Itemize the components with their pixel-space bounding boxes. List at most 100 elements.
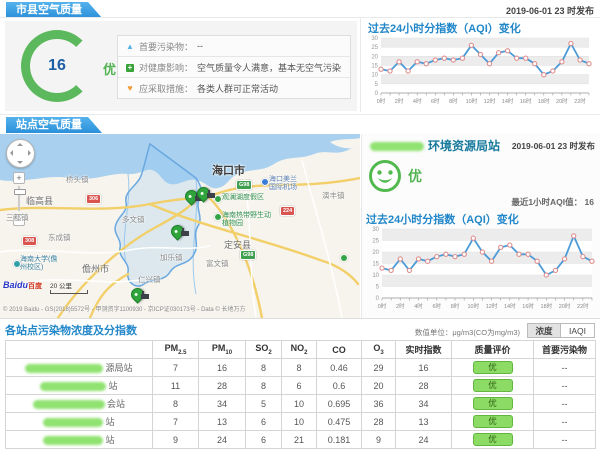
primary-pollutant-cell: -- [534,431,596,449]
value-cell: 28 [199,377,246,395]
table-row: 站7136100.4752813优-- [6,413,596,431]
divider [0,114,600,115]
value-cell: 34 [396,395,452,413]
zoom-slider-handle[interactable] [14,189,26,195]
svg-text:18时: 18时 [538,97,550,105]
factory-icon [141,294,149,299]
zoom-in-button[interactable]: + [13,172,25,184]
value-cell: 5 [246,395,282,413]
map-pan-control[interactable] [6,139,35,168]
svg-text:14时: 14时 [504,302,516,310]
map-label: 海口美兰国际机场 [269,176,301,192]
station-map[interactable]: + − Baidu百度 20 公里 © 2019 Baidu - GS(2018… [0,134,360,318]
value-cell: 8 [153,395,199,413]
station-pollutant-table: PM2.5PM10SO2NO2COO3实时指数质量评价首要污染物 源局站7168… [5,340,596,449]
grade-cell: 优 [452,359,534,377]
map-label: 海南大学(儋州校区) [20,256,60,272]
map-label: 多文镇 [122,214,145,225]
svg-text:10时: 10时 [467,302,479,310]
tab-city-air-quality[interactable]: 市县空气质量 [6,2,102,18]
redacted-station-prefix [40,382,106,391]
pan-down-icon[interactable] [17,161,23,164]
unit-note: 数值单位：μg/m3(CO为mg/m3) [415,327,520,338]
station-name-suffix: 源局站 [105,363,132,373]
svg-text:30: 30 [371,36,378,42]
column-header: 实时指数 [396,341,452,359]
map-scale-bar [50,290,88,294]
station-name-suffix: 站 [105,417,114,427]
map-label: 仁兴镇 [138,274,161,285]
value-cell: 8 [246,377,282,395]
info-value: 空气质量令人满意，基本无空气污染 [197,61,341,74]
map-poi-icon [13,260,21,268]
map-poi-icon [214,195,222,203]
value-cell: 9 [362,431,396,449]
map-label: 临高县 [26,194,53,207]
svg-text:16时: 16时 [522,302,534,310]
svg-text:15: 15 [372,262,379,268]
column-header: O3 [362,341,396,359]
svg-text:22时: 22时 [577,302,589,310]
grade-badge: 优 [473,397,513,410]
svg-text:0时: 0时 [378,302,387,310]
value-cell: 16 [396,359,452,377]
value-cell: 0.695 [317,395,362,413]
svg-text:6时: 6时 [431,97,440,105]
value-cell: 7 [153,359,199,377]
road-shield: 306 [86,194,101,204]
info-label: 对健康影响： [139,61,193,74]
svg-text:5: 5 [376,285,380,291]
value-cell: 8 [246,359,282,377]
toggle-iaqi[interactable]: IAQI [561,323,595,338]
svg-text:0: 0 [376,296,380,302]
redacted-station-prefix [370,142,424,151]
station-name-cell: 站 [6,431,153,449]
value-cell: 0.475 [317,413,362,431]
value-cell: 28 [396,377,452,395]
value-cell: 13 [396,413,452,431]
station-grade: 优 [408,166,422,186]
value-cell: 10 [282,413,317,431]
divider [0,17,600,18]
svg-text:4时: 4时 [413,97,422,105]
table-row: 会站8345100.6953634优-- [6,395,596,413]
svg-text:0: 0 [375,91,379,97]
station-name-suffix: 会站 [107,399,125,409]
tab-station-air-quality[interactable]: 站点空气质量 [6,117,102,133]
column-header [6,341,153,359]
road-shield: G98 [240,250,256,260]
map-label: 三都镇 [6,212,29,223]
svg-text:14时: 14时 [502,97,514,105]
value-cell: 8 [282,359,317,377]
divider [0,318,600,319]
pan-up-icon[interactable] [17,143,23,146]
station-name-cell: 源局站 [6,359,153,377]
grade-badge: 优 [473,361,513,374]
aqi-gauge: 16 [21,30,93,102]
factory-icon [207,193,215,198]
aqi-info-box: ▲ 首要污染物： -- + 对健康影响： 空气质量令人满意，基本无空气污染 ♥ … [117,35,351,99]
svg-text:30: 30 [372,227,379,233]
heart-icon: ♥ [124,83,136,93]
toggle-concentration[interactable]: 浓度 [527,323,561,338]
station-name-suffix: 站 [105,435,114,445]
primary-pollutant-cell: -- [534,413,596,431]
value-cell: 0.46 [317,359,362,377]
pan-left-icon[interactable] [10,150,13,156]
info-label: 应采取措施： [139,82,193,95]
svg-text:10时: 10时 [466,97,478,105]
svg-text:8时: 8时 [451,302,460,310]
redacted-station-prefix [33,400,105,409]
info-label: 首要污染物： [139,40,193,53]
svg-text:20时: 20时 [556,97,568,105]
map-label: 观澜湖度假区 [222,194,274,202]
svg-text:8时: 8时 [449,97,458,105]
pan-right-icon[interactable] [28,150,31,156]
city-aqi-24h-chart: 0510152025300时2时4时6时8时10时12时14时16时18时20时… [363,33,595,111]
road-shield: 308 [22,236,37,246]
svg-text:25: 25 [371,45,378,51]
svg-text:20时: 20时 [559,302,571,310]
smiley-face-icon [367,158,403,194]
station-name-cell: 站 [6,413,153,431]
column-header: 首要污染物 [534,341,596,359]
